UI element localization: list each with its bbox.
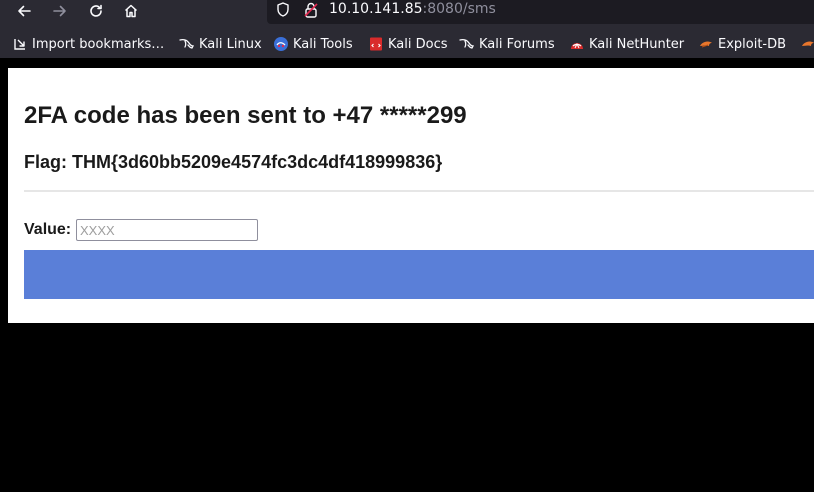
bookmark-label: Exploit-DB (718, 36, 787, 52)
shield-icon[interactable] (275, 1, 291, 19)
bookmark-overflow[interactable] (800, 30, 814, 58)
kali-docs-icon (368, 36, 384, 52)
reload-button[interactable] (78, 0, 114, 22)
url-bar[interactable]: 10.10.141.85:8080/sms (267, 0, 814, 24)
reload-icon (90, 4, 102, 17)
kali-dragon-icon (459, 36, 475, 52)
kali-tools-icon (273, 36, 289, 52)
divider (24, 190, 814, 192)
url-port-path: :8080/sms (422, 1, 496, 17)
page-content: 2FA code has been sent to +47 *****299 F… (8, 68, 814, 323)
bookmark-label: Kali Linux (199, 36, 262, 52)
exploit-db-icon (800, 36, 814, 52)
bookmark-kali-linux[interactable]: Kali Linux (179, 30, 262, 58)
import-icon (12, 36, 28, 52)
bookmark-kali-forums[interactable]: Kali Forums (459, 30, 555, 58)
bookmark-kali-nethunter[interactable]: Kali NetHunter (569, 30, 684, 58)
browser-toolbar: 10.10.141.85:8080/sms (0, 0, 814, 30)
bookmark-kali-tools[interactable]: Kali Tools (273, 30, 353, 58)
value-label: Value: (24, 221, 72, 238)
bookmark-label: Import bookmarks… (32, 36, 165, 52)
home-icon (124, 4, 138, 18)
bookmark-label: Kali NetHunter (589, 36, 685, 52)
nethunter-icon (569, 36, 585, 52)
bookmark-exploit-db[interactable]: Exploit-DB (698, 30, 786, 58)
arrow-left-icon (18, 5, 31, 17)
submit-button[interactable] (24, 250, 814, 299)
bookmark-import[interactable]: Import bookmarks… (12, 30, 164, 58)
home-button[interactable] (113, 0, 149, 22)
url-host: 10.10.141.85 (329, 1, 423, 17)
page-title: 2FA code has been sent to +47 *****299 (24, 102, 467, 129)
back-button[interactable] (6, 0, 42, 22)
value-input[interactable] (76, 219, 258, 241)
bookmark-label: Kali Docs (388, 36, 448, 52)
exploit-db-icon (698, 36, 714, 52)
flag-text: Flag: THM{3d60bb5209e4574fc3dc4df4189998… (24, 152, 443, 172)
forward-button[interactable] (42, 0, 78, 22)
bookmark-label: Kali Forums (479, 36, 555, 52)
bookmark-label: Kali Tools (293, 36, 353, 52)
insecure-lock-icon[interactable] (303, 1, 319, 19)
url-text[interactable]: 10.10.141.85:8080/sms (329, 1, 496, 17)
bookmarks-toolbar: Import bookmarks… Kali Linux Kali Tools … (0, 30, 814, 58)
bookmark-kali-docs[interactable]: Kali Docs (368, 30, 448, 58)
kali-dragon-icon (179, 36, 195, 52)
arrow-right-icon (53, 5, 66, 17)
